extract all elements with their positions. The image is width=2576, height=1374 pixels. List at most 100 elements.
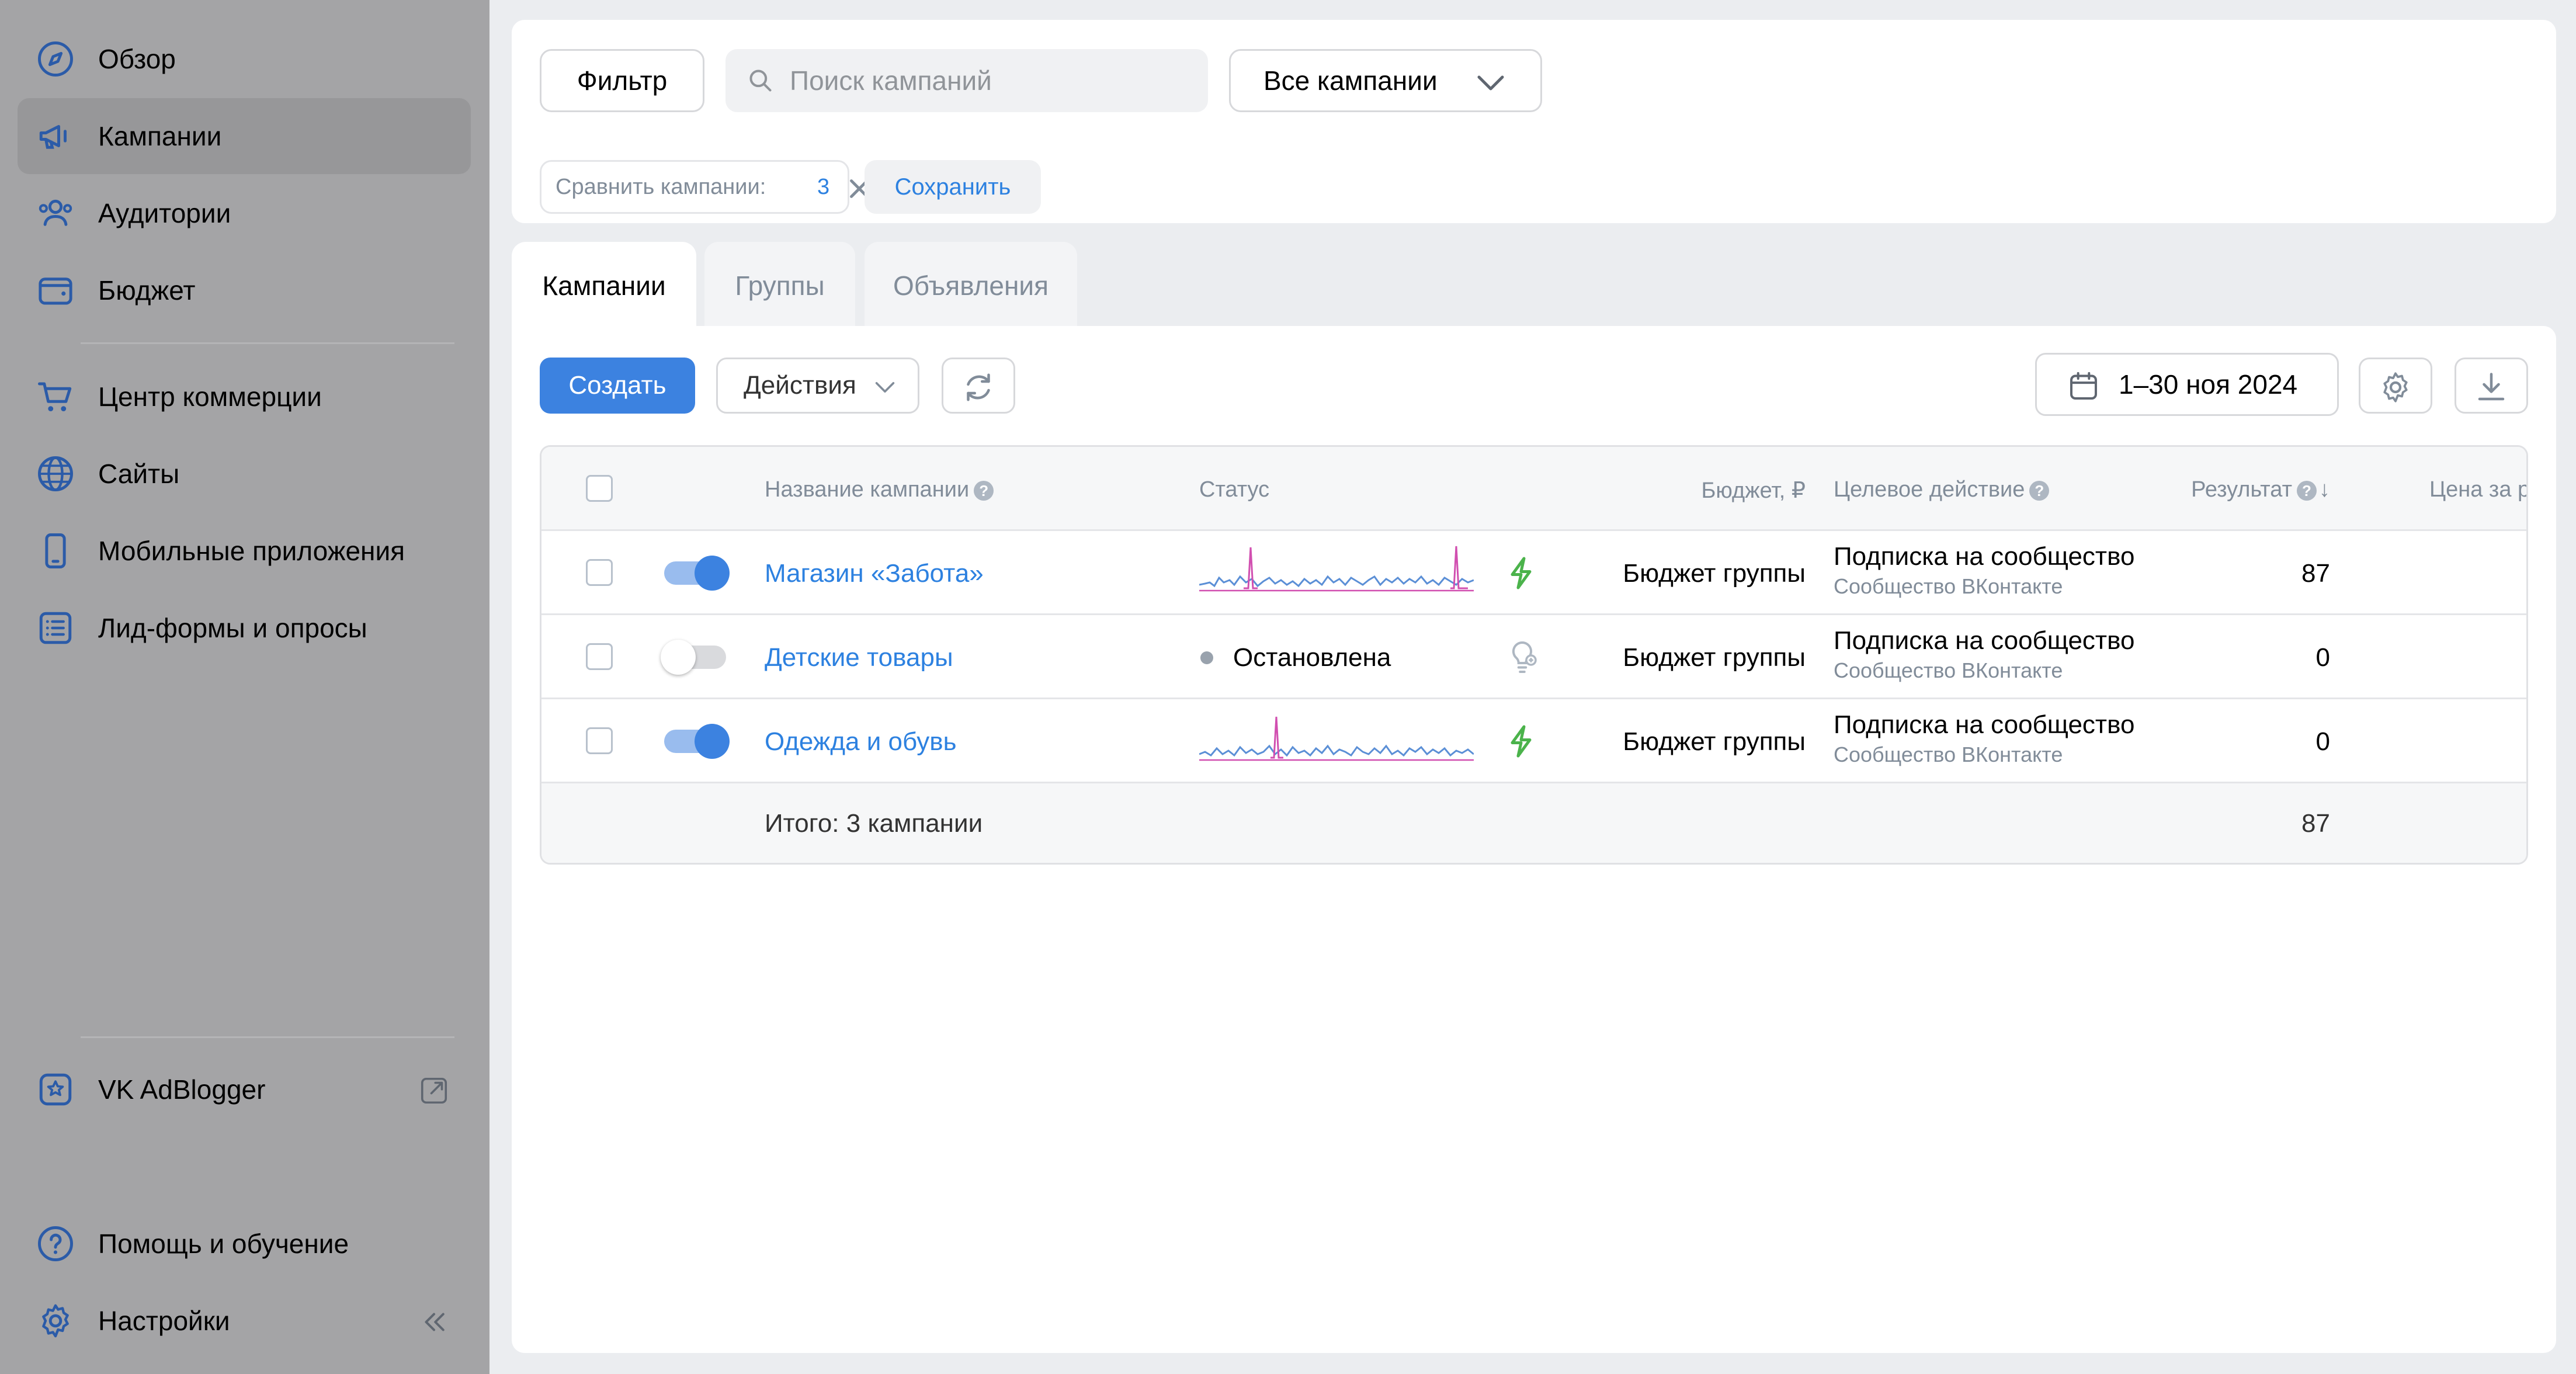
- sidebar-item-label: Мобильные приложения: [98, 536, 405, 566]
- phone-icon: [45, 533, 66, 568]
- date-range-value: 1–30 ноя 2024: [2119, 369, 2298, 400]
- gear-icon: [42, 1304, 69, 1338]
- campaign-toggle[interactable]: [664, 556, 730, 591]
- target-action-title: Подписка на сообщество: [1834, 626, 2135, 655]
- column-header-result[interactable]: Результат? ↓: [2191, 477, 2330, 502]
- sidebar-divider: [81, 342, 454, 344]
- column-header-target[interactable]: Целевое действие?: [1834, 477, 2050, 502]
- calendar-icon: [2070, 372, 2097, 400]
- sidebar-item-audiences[interactable]: Аудитории: [18, 175, 471, 251]
- status-text: Остановлена: [1233, 643, 1391, 672]
- result-value: 87: [2301, 559, 2330, 588]
- campaign-name-link[interactable]: Детские товары: [765, 643, 953, 672]
- sidebar-item-help[interactable]: Помощь и обучение: [18, 1206, 471, 1282]
- wallet-icon: [39, 277, 72, 305]
- table-row[interactable]: Одежда и обувь Бюджет группы Подписка на…: [541, 699, 2526, 783]
- total-result: 87: [2301, 809, 2330, 838]
- target-action-subtitle: Сообщество ВКонтакте: [1834, 574, 2063, 598]
- help-icon[interactable]: ?: [2029, 480, 2050, 501]
- date-range-picker[interactable]: 1–30 ноя 2024: [2035, 353, 2339, 416]
- create-button[interactable]: Создать: [540, 358, 695, 414]
- refresh-icon: [967, 373, 990, 401]
- list-icon: [39, 612, 72, 644]
- megaphone-icon: [39, 125, 67, 149]
- refresh-button[interactable]: [942, 358, 1015, 414]
- search-input[interactable]: Поиск кампаний: [725, 49, 1208, 112]
- chevron-down-icon: [1477, 75, 1504, 91]
- status-dot: [1200, 651, 1213, 664]
- sidebar-item-overview[interactable]: Обзор: [18, 21, 471, 97]
- save-button-label: Сохранить: [894, 174, 1011, 200]
- toggle-knob: [661, 640, 696, 675]
- download-icon: [2478, 373, 2505, 401]
- tab-campaigns[interactable]: Кампании: [512, 242, 696, 329]
- compare-chip[interactable]: Сравнить кампании: 3: [540, 160, 869, 214]
- filter-button-label: Фильтр: [577, 65, 668, 96]
- sidebar-item-label: Обзор: [98, 44, 176, 74]
- cart-icon: [38, 382, 72, 412]
- save-button[interactable]: Сохранить: [865, 160, 1041, 214]
- users-icon: [39, 199, 72, 226]
- result-value: 0: [2315, 643, 2330, 672]
- filter-button[interactable]: Фильтр: [540, 49, 704, 112]
- collapse-sidebar-icon[interactable]: [418, 1306, 450, 1338]
- campaign-name-link[interactable]: Одежда и обувь: [765, 727, 957, 757]
- campaign-select[interactable]: Все кампании: [1229, 49, 1542, 112]
- sidebar-item-label: VK AdBlogger: [98, 1074, 266, 1105]
- campaign-name-link[interactable]: Магазин «Забота»: [765, 559, 984, 588]
- row-checkbox[interactable]: [586, 559, 613, 586]
- help-icon[interactable]: ?: [974, 480, 994, 501]
- sidebar-item-lead-forms[interactable]: Лид-формы и опросы: [18, 590, 471, 666]
- external-link-icon[interactable]: [418, 1075, 450, 1106]
- chevron-down-icon: [875, 382, 895, 393]
- budget-value: Бюджет группы: [1623, 727, 1806, 756]
- table-footer: Итого: 3 кампании 87: [541, 783, 2526, 863]
- budget-value: Бюджет группы: [1623, 559, 1806, 588]
- sidebar-item-label: Кампании: [98, 121, 222, 151]
- tab-groups[interactable]: Группы: [704, 242, 855, 329]
- lightning-icon: [1511, 725, 1532, 758]
- sidebar-item-campaigns[interactable]: Кампании: [18, 98, 471, 174]
- row-checkbox[interactable]: [586, 727, 613, 754]
- download-button[interactable]: [2455, 358, 2528, 414]
- sidebar-item-mobile-apps[interactable]: Мобильные приложения: [18, 513, 471, 589]
- campaign-select-value: Все кампании: [1263, 65, 1438, 96]
- gear-icon: [2383, 372, 2408, 403]
- select-all-checkbox[interactable]: [586, 475, 613, 502]
- sidebar-item-commerce[interactable]: Центр коммерции: [18, 359, 471, 435]
- sidebar-item-settings[interactable]: Настройки: [18, 1283, 471, 1359]
- table-settings-button[interactable]: [2359, 358, 2432, 414]
- sidebar-item-label: Помощь и обучение: [98, 1229, 349, 1259]
- tab-label: Кампании: [542, 270, 666, 301]
- column-header-label: Целевое действие: [1834, 477, 2025, 502]
- campaign-toggle[interactable]: [664, 724, 730, 759]
- target-action: Подписка на сообщество Сообщество ВКонта…: [1834, 540, 2134, 600]
- target-action-title: Подписка на сообщество: [1834, 542, 2135, 571]
- compare-label: Сравнить кампании:: [556, 174, 766, 199]
- sort-arrow-icon: ↓: [2319, 477, 2330, 502]
- table-header: Название кампании? Статус Бюджет, ₽ Целе…: [541, 447, 2526, 531]
- row-checkbox[interactable]: [586, 643, 613, 670]
- search-icon: [749, 70, 772, 92]
- tab-ads[interactable]: Объявления: [865, 242, 1077, 329]
- column-header-status[interactable]: Статус: [1199, 477, 1269, 502]
- table-row[interactable]: Магазин «Забота» Бюджет группы Подписка …: [541, 531, 2526, 615]
- actions-dropdown[interactable]: Действия: [716, 358, 919, 414]
- sidebar-item-sites[interactable]: Сайты: [18, 436, 471, 512]
- filter-panel: Фильтр Поиск кампаний Все кампании Сравн…: [512, 20, 2556, 223]
- column-header-name[interactable]: Название кампании?: [765, 477, 994, 502]
- sidebar-item-adblogger[interactable]: VK AdBlogger: [18, 1052, 471, 1127]
- compass-icon: [38, 41, 73, 77]
- help-icon[interactable]: ?: [2297, 480, 2317, 501]
- toggle-knob: [695, 556, 730, 591]
- result-value: 0: [2315, 727, 2330, 756]
- column-header-budget[interactable]: Бюджет, ₽: [1701, 477, 1806, 504]
- table-row[interactable]: Детские товары Остановлена Бюджет группы…: [541, 615, 2526, 699]
- help-icon: [38, 1226, 73, 1261]
- sidebar-item-budget[interactable]: Бюджет: [18, 252, 471, 328]
- actions-label: Действия: [744, 371, 856, 400]
- target-action-subtitle: Сообщество ВКонтакте: [1834, 658, 2063, 682]
- campaign-toggle[interactable]: [661, 640, 726, 675]
- column-header-price[interactable]: Цена за рез: [2429, 477, 2526, 502]
- sidebar-item-label: Сайты: [98, 459, 180, 489]
